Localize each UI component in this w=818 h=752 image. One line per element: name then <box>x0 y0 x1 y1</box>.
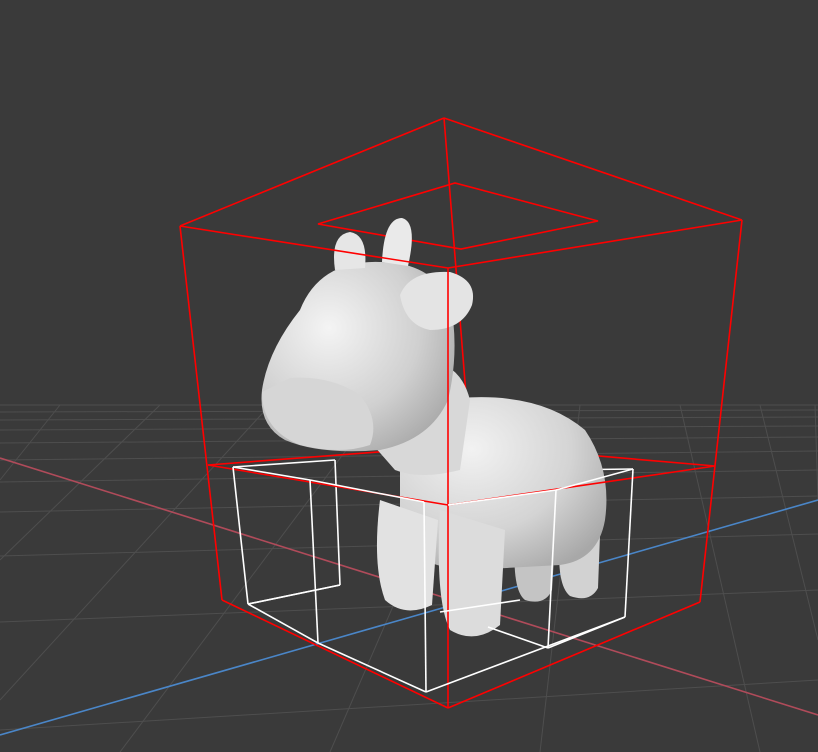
scene-canvas[interactable] <box>0 0 818 752</box>
cow-mesh[interactable] <box>261 218 607 637</box>
3d-viewport[interactable] <box>0 0 818 752</box>
